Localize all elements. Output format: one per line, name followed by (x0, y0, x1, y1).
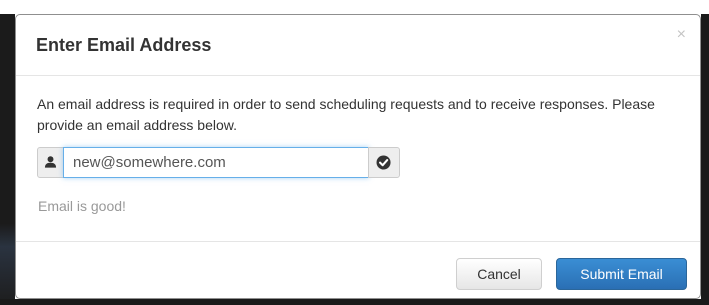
email-dialog: Enter Email Address × An email address i… (15, 14, 701, 299)
cancel-button[interactable]: Cancel (456, 258, 542, 290)
close-button[interactable]: × (677, 27, 686, 43)
user-icon (44, 156, 57, 168)
email-input[interactable] (63, 147, 369, 178)
dialog-title: Enter Email Address (36, 35, 212, 55)
submit-email-button[interactable]: Submit Email (556, 258, 687, 290)
dialog-footer: Cancel Submit Email (16, 241, 700, 298)
dialog-message: An email address is required in order to… (37, 96, 655, 133)
user-icon-addon (37, 147, 64, 178)
background-bottom-edge (0, 299, 709, 305)
background-right-edge (701, 14, 709, 305)
dialog-header: Enter Email Address × (16, 15, 700, 76)
background-page-fragment (0, 0, 709, 14)
check-icon-addon (368, 147, 400, 178)
background-left-edge (0, 14, 15, 305)
email-input-group (37, 147, 400, 178)
email-status-text: Email is good! (38, 198, 126, 214)
check-circle-icon (376, 155, 391, 170)
